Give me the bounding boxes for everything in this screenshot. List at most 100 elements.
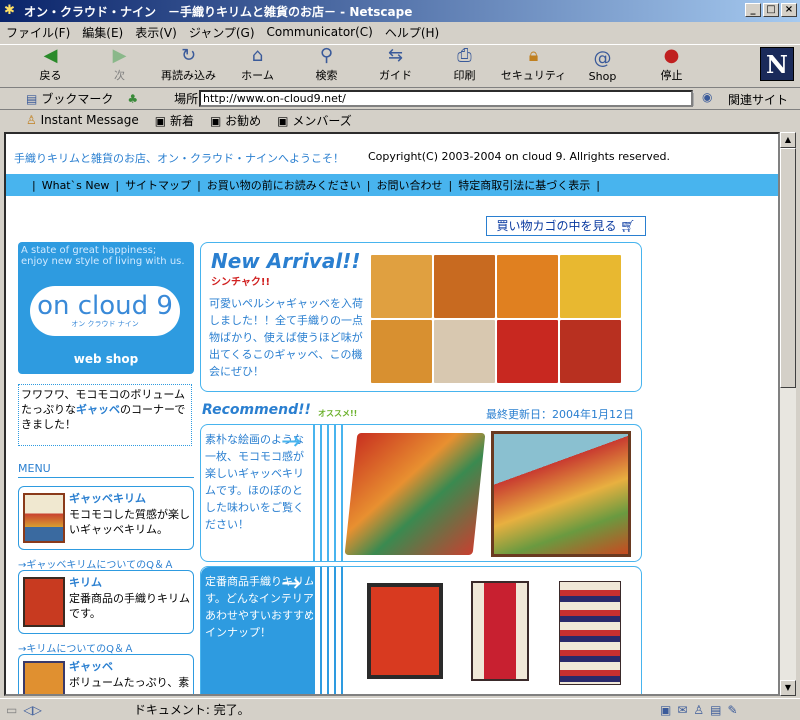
online-status-icon[interactable]: ◁▷	[23, 703, 41, 717]
rug-photo[interactable]	[371, 255, 432, 318]
rug-photo[interactable]	[434, 255, 495, 318]
scroll-up-button[interactable]: ▲	[780, 132, 796, 148]
stop-button[interactable]: ● 停止	[637, 45, 706, 87]
logo-kana: オン クラウド ナイン	[71, 320, 139, 328]
search-button[interactable]: ⚲ 検索	[292, 45, 361, 87]
webshop-label: web shop	[73, 352, 139, 366]
kilim-photo-2[interactable]	[471, 581, 529, 681]
menu-heading: MENU	[18, 462, 51, 475]
personal-new[interactable]: ▣ 新着	[155, 112, 194, 129]
nav-legal[interactable]: 特定商取引法に基づく表示	[458, 177, 590, 193]
search-label: 検索	[315, 69, 338, 82]
guide-button[interactable]: ⇆ ガイド	[361, 45, 430, 87]
arrow-right-icon: →	[281, 427, 302, 455]
menu-edit[interactable]: 編集(E)	[82, 24, 123, 41]
menu-item-gabbeh[interactable]: ギャッベ ボリュームたっぷり、素	[18, 654, 194, 694]
vertical-scrollbar[interactable]: ▲ ▼	[780, 132, 796, 696]
menu-communicator[interactable]: Communicator(C)	[267, 25, 373, 39]
kilim-photo-3[interactable]	[559, 581, 621, 685]
bookmarks-icon: ▤	[26, 91, 38, 106]
banner-tagline-2: enjoy new style of living with us.	[21, 256, 185, 267]
menu-bar: ファイル(F) 編集(E) 表示(V) ジャンプ(G) Communicator…	[0, 22, 800, 42]
gabbeh-corner-notice[interactable]: フワフワ、モコモコのボリューム たっぷりなギャッベのコーナーできました！	[18, 384, 192, 446]
reload-label: 再読み込み	[161, 69, 216, 82]
qa-link-kilim[interactable]: →キリムについてのQ＆Ａ	[18, 640, 134, 655]
minimize-button[interactable]: _	[745, 3, 761, 17]
nav-sitemap[interactable]: サイトマップ	[125, 177, 191, 193]
shop-label: Shop	[588, 70, 617, 83]
search-icon: ⚲	[319, 45, 334, 66]
menu-item-kilim[interactable]: キリム 定番商品の手織りキリムです。	[18, 570, 194, 634]
menu-go[interactable]: ジャンプ(G)	[189, 24, 255, 41]
home-icon: ⌂	[251, 45, 264, 66]
nav-before-shopping[interactable]: お買い物の前にお読みください	[207, 177, 361, 193]
gabbeh-kilim-thumbnail	[23, 493, 65, 543]
nav-whats-new[interactable]: What`s New	[42, 179, 110, 192]
instant-message-icon: ♙	[26, 113, 37, 127]
item-title: ギャッベ	[69, 660, 113, 673]
menu-file[interactable]: ファイル(F)	[6, 24, 70, 41]
nav-contact[interactable]: お問い合わせ	[377, 177, 443, 193]
forward-label: 次	[114, 69, 125, 82]
navigation-toolbar: ◀ 戻る ▶ 次 ↻ 再読み込み ⌂ ホーム ⚲ 検索 ⇆ ガイド ⎙ 印刷 🔒︎ セキュリティ…	[0, 44, 800, 88]
security-button[interactable]: 🔒︎ セキュリティ	[499, 45, 568, 87]
personal-recommend[interactable]: ▣ お勧め	[210, 112, 261, 129]
new-label: 新着	[169, 113, 194, 128]
personal-instant-message[interactable]: ♙ Instant Message	[26, 113, 139, 127]
recommend-panel-kilim[interactable]: 定番商品手織りキリムです。どんなインテリアにもあわせやすいおすすめのラインナップ…	[200, 566, 642, 694]
rug-photo[interactable]	[560, 320, 621, 383]
component-bar-icons[interactable]: ▣✉♙▤✎	[660, 703, 744, 717]
instant-message-label: Instant Message	[40, 113, 139, 127]
menu-view[interactable]: 表示(V)	[135, 24, 177, 41]
page-viewport: 手織りキリムと雑貨のお店、オン・クラウド・ナインへようこそ！ Copyright…	[4, 132, 780, 696]
recommend-panel-gabbeh-kilim[interactable]: 素朴な絵画のような一枚、モコモコ感が楽しいギャッベキリムです。ほのぼのとした味わ…	[200, 424, 642, 562]
back-button[interactable]: ◀ 戻る	[16, 45, 85, 87]
forward-arrow-icon: ▶	[112, 45, 127, 66]
rug-photo[interactable]	[497, 255, 558, 318]
page-proxy-icon[interactable]: ♣	[127, 92, 138, 106]
rug-photo-grid	[371, 255, 621, 383]
printer-icon: ⎙	[457, 45, 472, 66]
rug-photo[interactable]	[434, 320, 495, 383]
gabbeh-kilim-photo-1[interactable]	[344, 433, 486, 555]
close-button[interactable]: ×	[781, 3, 797, 17]
related-sites-icon: ◉	[702, 90, 713, 104]
url-input[interactable]: http://www.on-cloud9.net/	[199, 90, 693, 107]
reload-icon: ↻	[180, 45, 197, 66]
arrow-right-icon: →	[281, 569, 302, 597]
scroll-down-button[interactable]: ▼	[780, 680, 796, 696]
rug-photo[interactable]	[497, 320, 558, 383]
rug-photo[interactable]	[560, 255, 621, 318]
bookmark-page-icon: ▣	[209, 113, 222, 128]
menu-item-gabbeh-kilim[interactable]: ギャッベキリム モコモコした質感が楽しいギャッベキリム。	[18, 486, 194, 550]
qa-link-gabbeh-kilim[interactable]: →ギャッベキリムについてのQ＆Ａ	[18, 556, 174, 571]
gabbeh-kilim-photo-2[interactable]	[491, 431, 631, 557]
rug-photo[interactable]	[371, 320, 432, 383]
recommend-title: Recommend!!	[202, 402, 311, 418]
forward-button[interactable]: ▶ 次	[85, 45, 154, 87]
kilim-photo-1[interactable]	[367, 583, 443, 679]
status-message: ドキュメント: 完了。	[133, 703, 250, 717]
cart-icon: 🛒︎	[620, 219, 636, 233]
security-status-icon[interactable]: ▭	[6, 703, 17, 717]
reload-button[interactable]: ↻ 再読み込み	[154, 45, 223, 87]
cloud-logo: on cloud 9 オン クラウド ナイン	[30, 286, 180, 336]
last-updated: 最終更新日：2004年1月12日	[486, 408, 634, 421]
personal-members[interactable]: ▣ メンバーズ	[277, 112, 352, 129]
related-sites-button[interactable]: 関連サイト	[728, 91, 788, 108]
recommend-label: お勧め	[225, 113, 262, 128]
print-label: 印刷	[453, 69, 476, 82]
new-arrival-panel[interactable]: New Arrival!! シンチャク!! 可愛いペルシャギャッベを入荷しました…	[200, 242, 642, 392]
scroll-thumb[interactable]	[780, 148, 796, 388]
cart-link[interactable]: 買い物カゴの中を見る 🛒︎	[486, 216, 646, 236]
shop-banner[interactable]: A state of great happiness; enjoy new st…	[18, 242, 194, 374]
menu-help[interactable]: ヘルプ(H)	[385, 24, 439, 41]
bookmarks-button[interactable]: ブックマーク	[41, 90, 113, 107]
home-button[interactable]: ⌂ ホーム	[223, 45, 292, 87]
print-button[interactable]: ⎙ 印刷	[430, 45, 499, 87]
logo-text: on cloud 9	[37, 291, 173, 321]
maximize-button[interactable]: □	[763, 3, 779, 17]
shop-button[interactable]: @ Shop	[568, 48, 637, 87]
banner-tagline-1: A state of great happiness;	[21, 245, 157, 256]
window-titlebar: ✱ オン・クラウド・ナイン －手織りキリムと雑貨のお店－ - Netscape …	[0, 0, 800, 22]
